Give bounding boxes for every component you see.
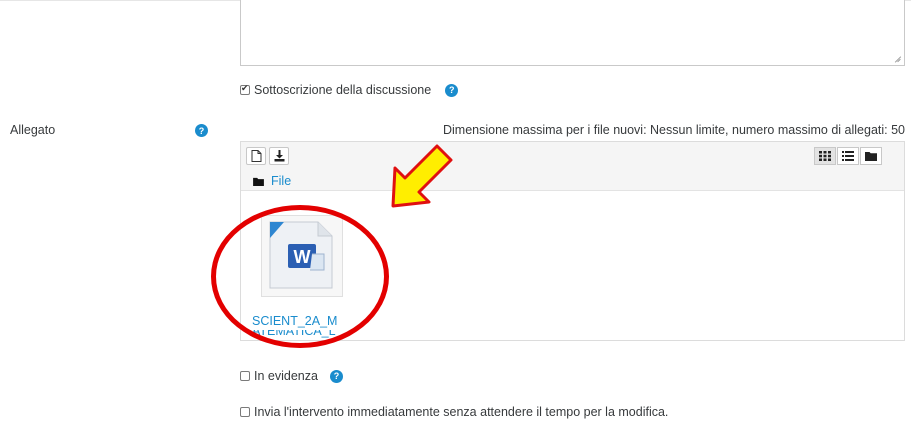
breadcrumb-file-link[interactable]: File bbox=[271, 174, 291, 188]
folder-icon bbox=[865, 152, 877, 161]
send-now-label: Invia l'intervento immediatamente senza … bbox=[254, 405, 669, 419]
highlight-circle bbox=[211, 205, 389, 348]
subscription-row: Sottoscrizione della discussione ? bbox=[240, 83, 459, 97]
new-file-icon bbox=[251, 150, 261, 162]
message-textarea[interactable] bbox=[240, 0, 905, 66]
highlight-row: In evidenza ? bbox=[240, 369, 343, 383]
download-all-button[interactable] bbox=[269, 147, 289, 165]
subscription-label: Sottoscrizione della discussione bbox=[254, 83, 432, 97]
folder-icon bbox=[253, 177, 264, 186]
help-icon[interactable]: ? bbox=[329, 369, 343, 383]
download-icon bbox=[274, 150, 284, 162]
view-icons-button[interactable] bbox=[814, 147, 836, 165]
breadcrumb: File bbox=[253, 174, 291, 188]
subscription-checkbox[interactable] bbox=[240, 83, 250, 95]
view-tree-button[interactable] bbox=[860, 147, 882, 165]
arrow-annotation-icon bbox=[391, 144, 453, 208]
send-now-row: Invia l'intervento immediatamente senza … bbox=[240, 405, 668, 419]
view-list-button[interactable] bbox=[837, 147, 859, 165]
resize-handle-icon[interactable] bbox=[894, 55, 901, 62]
help-icon[interactable]: ? bbox=[445, 83, 459, 97]
highlight-label: In evidenza bbox=[254, 369, 318, 383]
grid-icon bbox=[819, 151, 831, 161]
file-manager-toolbar: File bbox=[241, 142, 904, 191]
allegato-label: Allegato bbox=[10, 123, 56, 137]
max-size-text: Dimensione massima per i file nuovi: Nes… bbox=[443, 123, 905, 137]
list-icon bbox=[842, 151, 854, 161]
send-now-checkbox[interactable] bbox=[240, 407, 250, 417]
allegato-help-icon[interactable]: ? bbox=[195, 124, 208, 137]
add-file-button[interactable] bbox=[246, 147, 266, 165]
highlight-checkbox[interactable] bbox=[240, 371, 250, 381]
